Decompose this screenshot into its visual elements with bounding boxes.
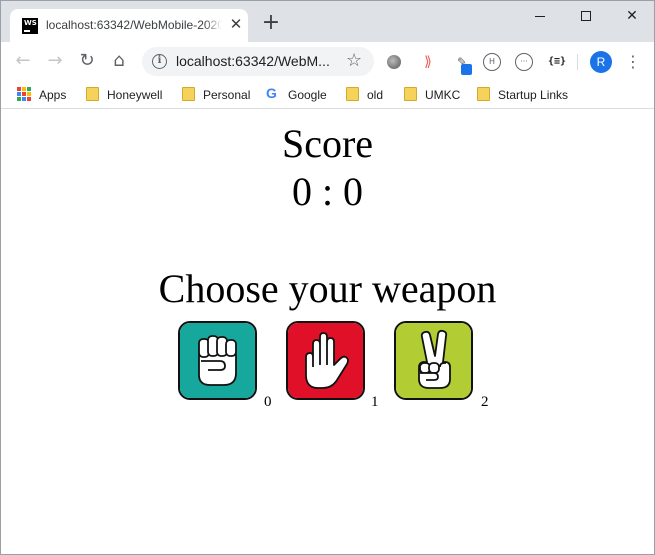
h-extension-icon[interactable]: H bbox=[483, 53, 501, 71]
apps-grid-icon bbox=[17, 87, 31, 101]
bookmark-label: old bbox=[367, 88, 384, 102]
forward-button[interactable]: → bbox=[42, 48, 68, 74]
bookmark-apps[interactable]: Apps bbox=[17, 86, 73, 104]
webstorm-favicon-icon: WS bbox=[22, 18, 38, 34]
bookmark-old[interactable]: old bbox=[345, 86, 389, 104]
score-heading: Score bbox=[281, 121, 374, 166]
bookmark-label: Apps bbox=[39, 88, 67, 102]
score-value: 0 : 0 bbox=[291, 169, 364, 214]
address-bar[interactable]: i localhost:63342/WebM... ☆ bbox=[142, 47, 374, 76]
maximize-button[interactable] bbox=[563, 1, 609, 31]
bookmark-label: Startup Links bbox=[498, 88, 569, 102]
folder-icon bbox=[346, 87, 359, 101]
scissors-index-label: 2 bbox=[481, 394, 489, 410]
rock-index-label: 0 bbox=[264, 394, 272, 410]
bookmark-label: Google bbox=[288, 88, 327, 102]
folder-icon bbox=[477, 87, 490, 101]
paper-hand-icon bbox=[288, 323, 363, 398]
tab-close-icon[interactable]: ✕ bbox=[228, 16, 244, 32]
toolbar-separator bbox=[577, 54, 578, 70]
red-arrow-extension-icon[interactable]: ⟫ bbox=[419, 53, 437, 71]
window-close-button[interactable]: ✕ bbox=[609, 1, 654, 31]
bookmark-honeywell[interactable]: Honeywell bbox=[85, 86, 167, 104]
url-text[interactable]: localhost:63342/WebM... bbox=[176, 53, 334, 69]
folder-icon bbox=[182, 87, 195, 101]
home-button[interactable]: ⌂ bbox=[106, 48, 132, 74]
bookmark-star-icon[interactable]: ☆ bbox=[346, 50, 362, 71]
new-tab-button[interactable]: + bbox=[260, 12, 282, 35]
choose-weapon-heading: Choose your weapon bbox=[158, 266, 497, 311]
google-icon: G bbox=[266, 85, 277, 101]
reload-button[interactable]: ↻ bbox=[74, 48, 100, 74]
eyedropper-color-badge bbox=[461, 64, 472, 75]
bookmark-startup-links[interactable]: Startup Links bbox=[476, 86, 572, 104]
browser-tab[interactable]: WS localhost:63342/WebMobile-2020 ✕ bbox=[10, 9, 248, 42]
profile-avatar[interactable]: R bbox=[590, 51, 612, 73]
dots-extension-icon[interactable]: ··· bbox=[515, 53, 533, 71]
site-info-icon[interactable]: i bbox=[152, 54, 167, 69]
bookmark-personal[interactable]: Personal bbox=[181, 86, 253, 104]
bookmark-google[interactable]: G Google bbox=[266, 85, 330, 104]
json-extension-icon[interactable]: {≡} bbox=[546, 53, 568, 71]
bookmark-label: Honeywell bbox=[107, 88, 163, 102]
paper-button[interactable] bbox=[286, 321, 365, 400]
browser-menu-icon[interactable]: ⋮ bbox=[625, 52, 641, 72]
tab-strip: WS localhost:63342/WebMobile-2020 ✕ + ✕ bbox=[1, 1, 654, 42]
browser-window: WS localhost:63342/WebMobile-2020 ✕ + ✕ … bbox=[0, 0, 655, 555]
paper-index-label: 1 bbox=[371, 394, 379, 410]
page-content: Score 0 : 0 Choose your weapon 0 1 2 bbox=[1, 109, 654, 554]
browser-toolbar: ← → ↻ ⌂ i localhost:63342/WebM... ☆ ⟫ ✎ … bbox=[1, 42, 654, 80]
rock-fist-icon bbox=[180, 323, 255, 398]
maximize-icon bbox=[581, 11, 591, 21]
bookmark-umkc[interactable]: UMKC bbox=[403, 86, 463, 104]
back-button[interactable]: ← bbox=[10, 48, 36, 74]
minimize-icon bbox=[535, 15, 545, 17]
scissors-button[interactable] bbox=[394, 321, 473, 400]
bookmarks-bar: Apps Honeywell Personal G Google old UMK… bbox=[1, 80, 654, 109]
minimize-button[interactable] bbox=[517, 1, 563, 31]
bookmark-label: Personal bbox=[203, 88, 251, 102]
folder-icon bbox=[86, 87, 99, 101]
folder-icon bbox=[404, 87, 417, 101]
gray-circle-extension-icon[interactable] bbox=[387, 55, 401, 69]
bookmark-label: UMKC bbox=[425, 88, 461, 102]
rock-button[interactable] bbox=[178, 321, 257, 400]
scissors-hand-icon bbox=[396, 323, 471, 398]
tab-title: localhost:63342/WebMobile-2020 bbox=[46, 18, 222, 32]
